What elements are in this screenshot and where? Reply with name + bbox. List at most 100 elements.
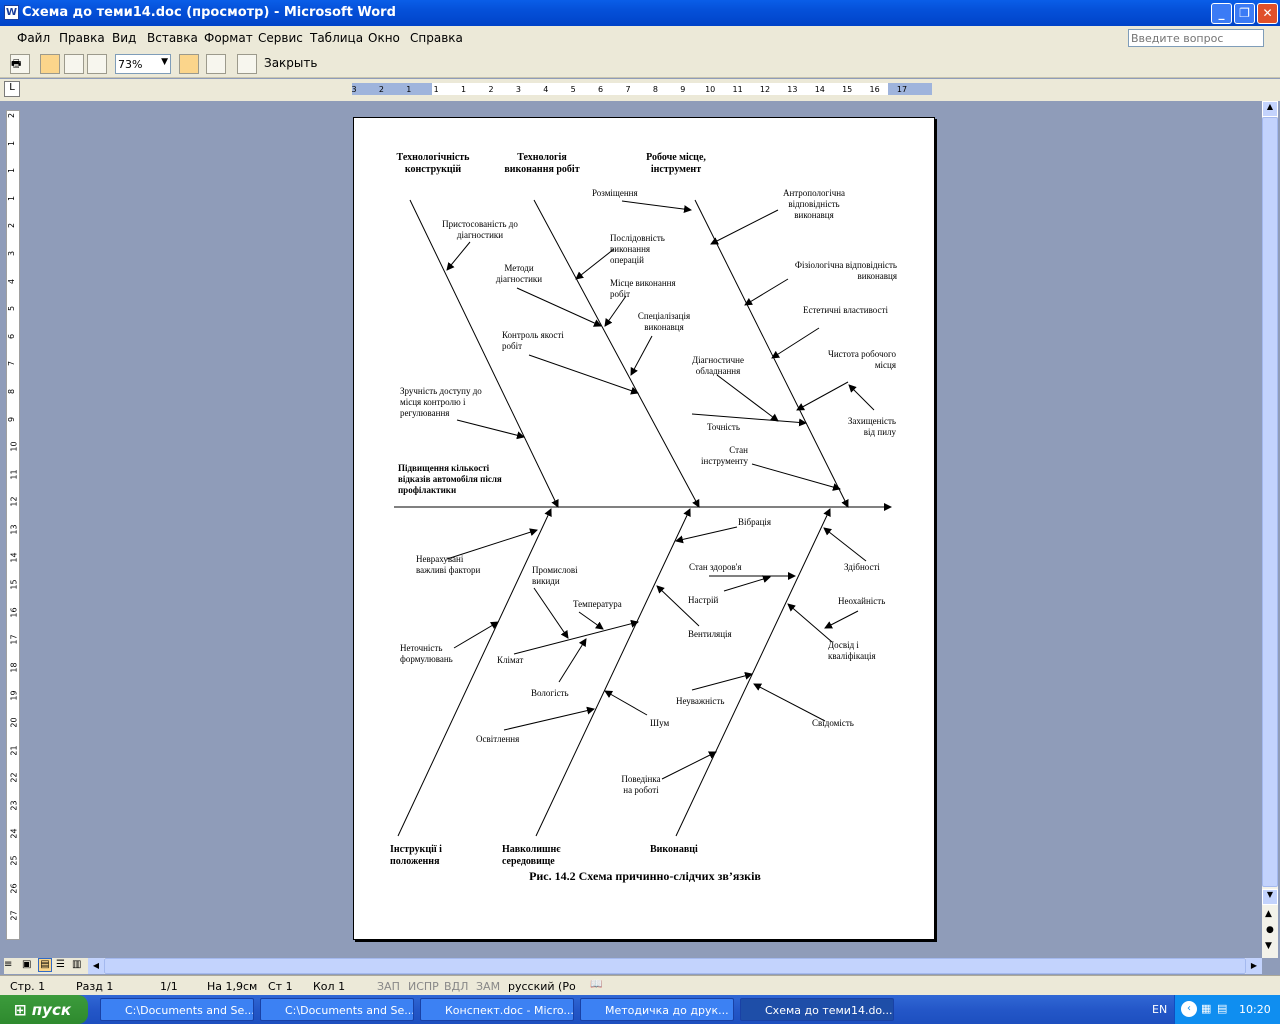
vruler-tick-label: 8 [7,388,17,395]
vruler-tick-label: 12 [9,496,19,507]
menu-tools[interactable]: Сервис [258,31,303,45]
vruler-tick-label: 23 [9,800,19,811]
zoom-select[interactable]: 73% ▼ [115,54,171,74]
vruler-tick-label: 25 [9,855,19,866]
head-bottom-3: Виконавці [650,844,698,855]
network-icon[interactable]: ▦ [1201,1002,1211,1015]
language-indicator[interactable]: EN [1152,1003,1167,1016]
spelling-icon[interactable]: 📖 [590,979,610,993]
view-ruler-icon[interactable] [179,54,199,74]
volume-icon[interactable]: ▤ [1217,1002,1227,1015]
web-view-icon[interactable]: ▣ [22,959,31,970]
prev-page-icon[interactable]: ▲ [1265,909,1272,919]
cause-label: Естетичні властивості [803,305,888,315]
taskbar-item[interactable]: C:\Documents and Se... [260,998,414,1021]
tab-selector[interactable]: L [4,81,20,97]
horizontal-scrollbar[interactable]: ◀ ▶ [88,958,1262,974]
magnifier-icon[interactable] [40,54,60,74]
vruler-tick-label: 1 [7,140,17,146]
menu-help[interactable]: Справка [410,31,463,45]
help-search-input[interactable] [1128,29,1264,47]
menu-insert[interactable]: Вставка [147,31,198,45]
vruler-tick-label: 5 [7,306,17,312]
normal-view-icon[interactable]: ≡ [4,959,12,970]
menu-format[interactable]: Формат [204,31,253,45]
multiple-pages-icon[interactable] [87,54,107,74]
browse-object-icon[interactable]: ● [1266,925,1274,935]
ruler-tick-label: 2 [488,85,493,94]
vruler-tick-label: 1 [7,168,17,174]
cause-label: Вентиляція [688,629,732,639]
scroll-right-arrow-icon[interactable]: ▶ [1246,958,1262,974]
menu-bar: Файл Правка Вид Вставка Формат Сервис Та… [0,26,1280,50]
taskbar-item[interactable]: C:\Documents and Se... [100,998,254,1021]
ruler-tick-label: 3 [516,85,521,94]
status-language: русский (Ро [508,980,576,993]
print-icon[interactable]: 🖶 [10,54,30,74]
effect-label: Підвищення кількості відказів автомобіля… [398,463,502,495]
ruler-tick-label: 12 [760,85,770,94]
cause-label: Неточність формулювань [400,643,453,664]
menu-table[interactable]: Таблица [310,31,363,45]
menu-edit[interactable]: Правка [59,31,105,45]
cause-label: Стан інструменту [701,445,748,466]
maximize-button[interactable]: ❐ [1234,3,1255,24]
cause-label: Захищеність від пилу [847,416,896,437]
cause-label: Промислові викиди [532,565,578,586]
preview-toolbar: 🖶 73% ▼ Закрыть [0,50,1280,78]
taskbar-item[interactable]: Конспект.doc - Micro... [420,998,574,1021]
vruler-tick-label: 11 [9,469,19,480]
status-page: Стр. 1 [10,980,46,993]
cause-label: Досвід і кваліфікація [828,640,876,661]
scroll-thumb[interactable] [1262,117,1278,887]
ruler-tick-label: 3 [351,85,356,94]
scroll-up-arrow-icon[interactable]: ▲ [1262,101,1278,117]
status-overtype[interactable]: ЗАМ [476,980,500,993]
system-tray: ‹ ▦ ▤ 10:20 [1174,995,1280,1024]
cause-label: Стан здоров'я [689,562,742,572]
cause-label: Точність [707,422,740,432]
print-view-icon[interactable]: ▤ [38,958,52,972]
status-track[interactable]: ИСПР [408,980,439,993]
head-top-2: Технологія виконання робіт [504,152,580,175]
vertical-ruler[interactable]: 2 1 1 1 2 3 4 5 6 7 8 9 10 11 12 13 14 15 16 17 18 19 20 21 22 23… [6,110,20,940]
vruler-tick-label: 2 [7,112,17,119]
start-button[interactable]: ⊞ пуск [0,995,88,1024]
outline-view-icon[interactable]: ☰ [56,959,65,970]
minimize-button[interactable]: _ [1211,3,1232,24]
title-bar: W Схема до теми14.doc (просмотр) - Micro… [0,0,1280,26]
hscroll-thumb[interactable] [104,958,1246,974]
vertical-scrollbar[interactable]: ▲ ▼ ▲ ● ▼ [1262,101,1278,958]
menu-window[interactable]: Окно [368,31,400,45]
bone-bottom-2 [535,508,691,837]
close-button[interactable]: ✕ [1257,3,1278,24]
shrink-to-fit-icon[interactable] [206,54,226,74]
tray-arrow-icon[interactable]: ‹ [1181,1001,1197,1017]
next-page-icon[interactable]: ▼ [1265,941,1272,951]
status-rec[interactable]: ЗАП [377,980,400,993]
close-preview-button[interactable]: Закрыть [264,56,317,70]
cause-label: Неврахувані важливі фактори [416,554,481,575]
taskbar-item-active[interactable]: Схема до теми14.do... [740,998,894,1021]
cause-label: Розміщення [592,188,638,198]
window-title: Схема до теми14.doc (просмотр) - Microso… [22,5,396,20]
vruler-tick-label: 10 [9,441,19,452]
one-page-icon[interactable] [64,54,84,74]
horizontal-ruler[interactable]: L 3 2 1 1 1 2 3 4 5 6 7 8 9 10 11 12 13 14 15 16 17 [0,79,1280,101]
cause-label: Шум [650,718,670,728]
scroll-left-arrow-icon[interactable]: ◀ [88,958,104,974]
menu-file[interactable]: Файл [17,31,50,45]
zoom-value: 73% [118,58,143,71]
menu-view[interactable]: Вид [112,31,136,45]
vruler-tick-label: 27 [9,910,19,921]
ruler-tick-label: 17 [897,85,907,94]
reading-view-icon[interactable]: ▥ [72,959,81,970]
scroll-down-arrow-icon[interactable]: ▼ [1262,889,1278,905]
cause-label: Контроль якості робіт [502,330,564,351]
cause-label: Фізіологічна відповідність виконавця [794,260,897,281]
cause-label: Послідовність виконання операцій [610,233,665,265]
vruler-tick-label: 22 [9,772,19,783]
full-screen-icon[interactable] [237,54,257,74]
taskbar-item[interactable]: Методичка до друк... [580,998,734,1021]
status-extend[interactable]: ВДЛ [444,980,468,993]
